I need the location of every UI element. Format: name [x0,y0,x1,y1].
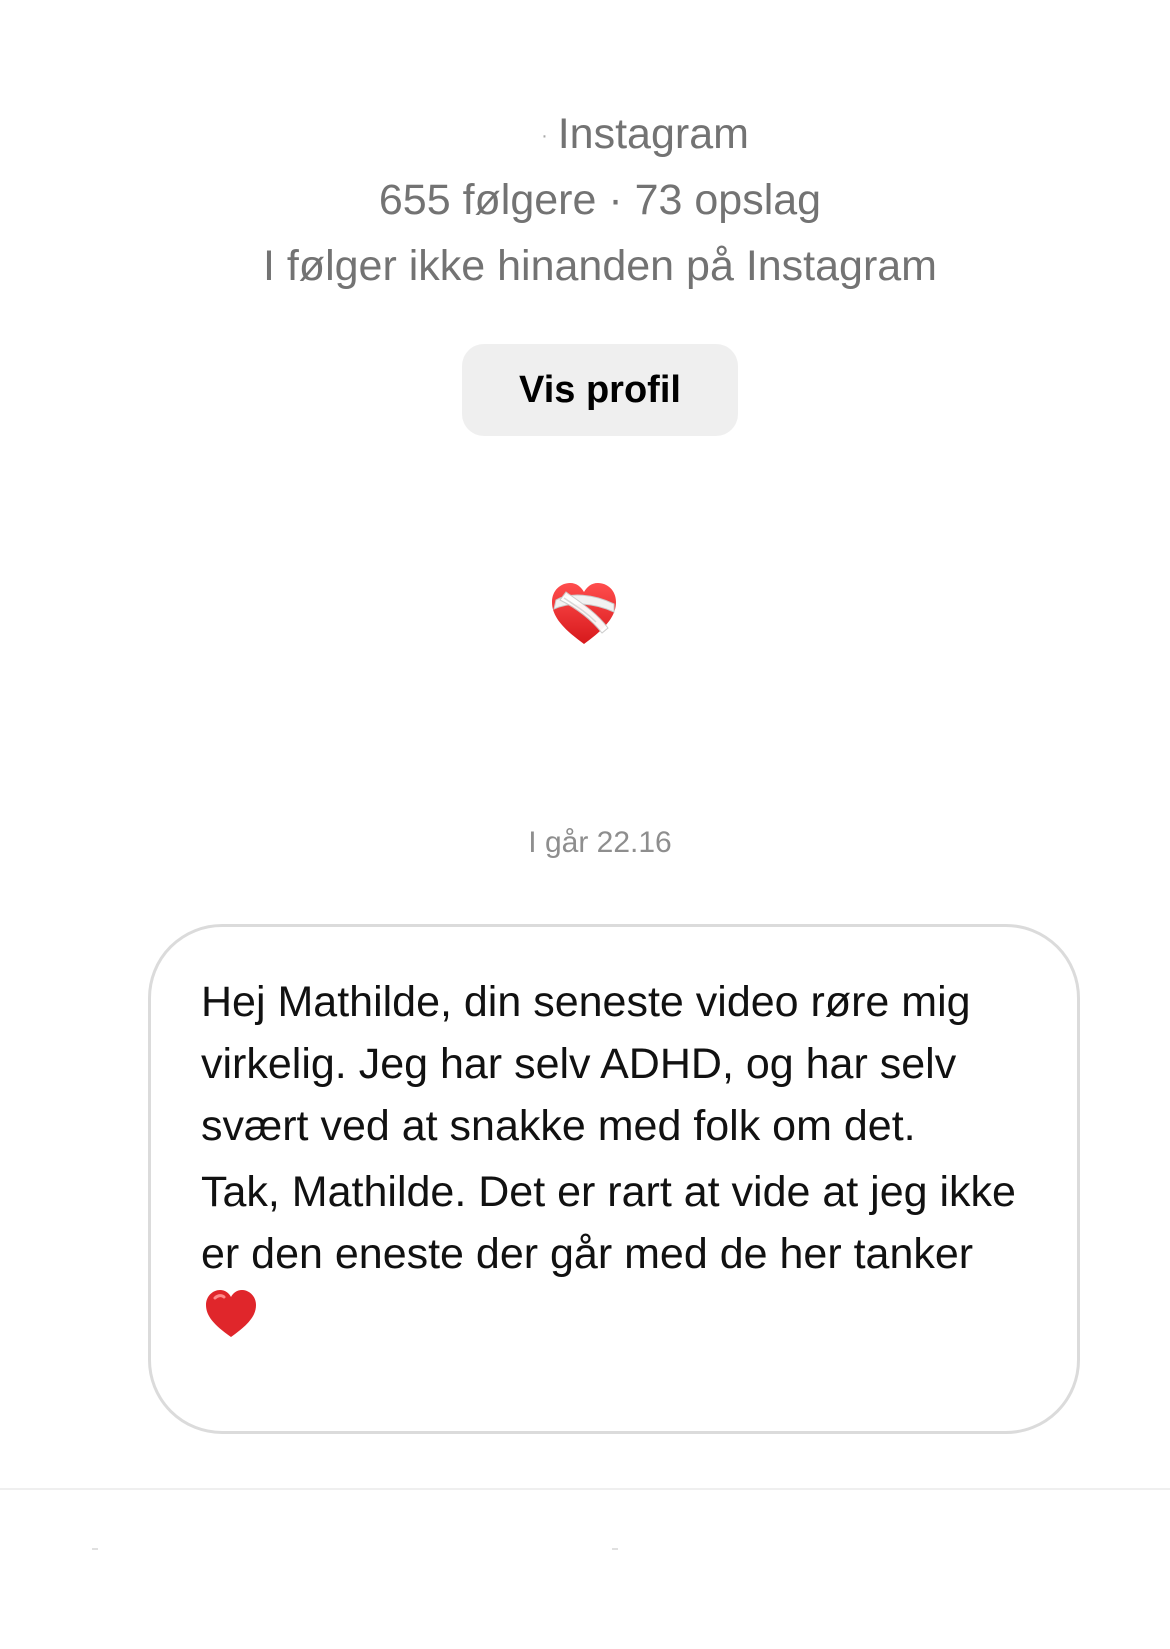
faint-mark [612,1548,618,1550]
view-profile-button[interactable]: Vis profil [462,344,738,436]
username-suffix: Instagram [557,110,749,158]
message-bubble[interactable]: Hej Mathilde, din seneste video røre mig… [148,924,1080,1434]
follow-relationship: I følger ikke hinanden på Instagram [262,242,938,290]
mending-heart-icon[interactable] [548,578,620,650]
composer-divider [0,1488,1170,1490]
message-paragraph: Hej Mathilde, din seneste video røre mig… [201,978,971,1150]
profile-stats: 655 følgere · 73 opslag [378,176,822,224]
message-paragraph: Tak, Mathilde. Det er rart at vide at je… [201,1168,1016,1278]
username-redaction-mark: · [541,125,548,148]
faint-mark [92,1548,98,1550]
message-paragraph-with-heart: Tak, Mathilde. Det er rart at vide at je… [201,1161,1031,1347]
profile-username: · Instagram [45,110,1170,159]
red-heart-icon [206,1290,256,1337]
message-timestamp: I går 22.16 [528,826,672,859]
